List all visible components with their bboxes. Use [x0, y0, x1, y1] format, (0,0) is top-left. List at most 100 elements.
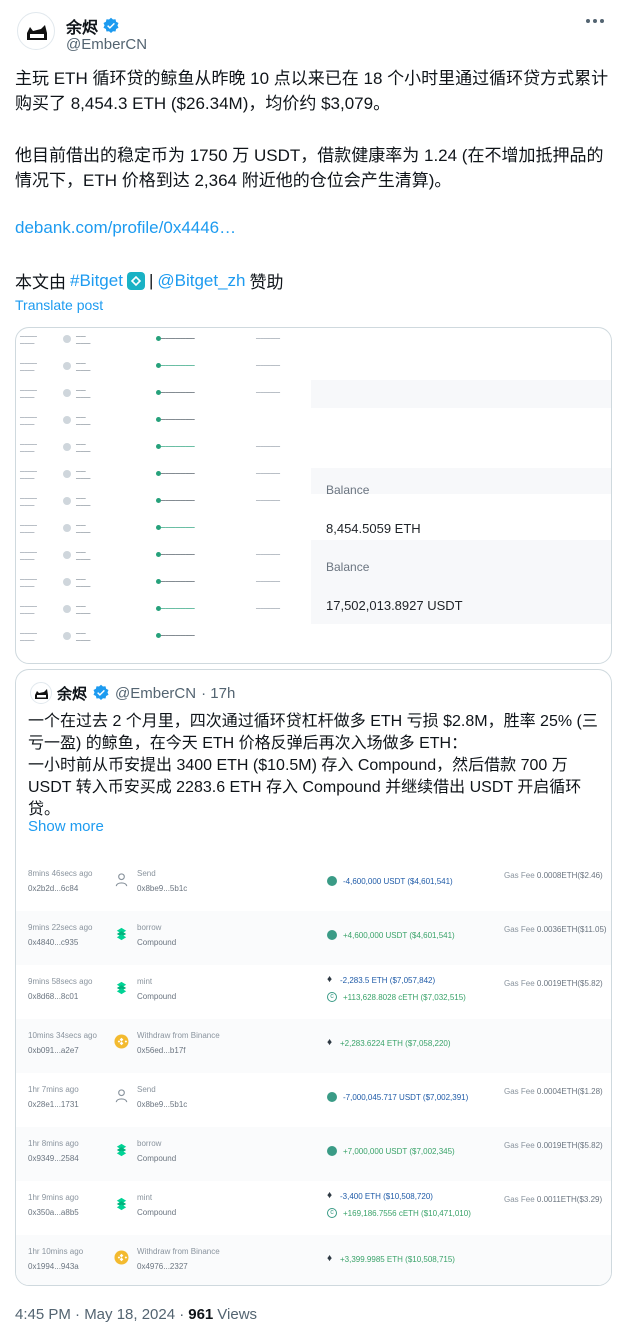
tx-hash[interactable]: 0x350a...a8b5	[28, 1208, 79, 1217]
author-handle[interactable]: @EmberCN	[66, 36, 147, 53]
person-icon	[114, 1088, 129, 1103]
tx-target[interactable]: 0x8be9...5b1c	[137, 1100, 187, 1109]
thumbnail-hash: ━━━━━━	[20, 395, 35, 400]
ceth-icon: c	[327, 992, 337, 1002]
thumbnail-row: ━━━━━━━ ━━━━━━ ━━━━ ━━━━━━ ━━━━━━━━━━━━━━	[16, 627, 311, 654]
binance-icon	[114, 1250, 129, 1265]
tx-target[interactable]: 0x56ed...b17f	[137, 1046, 185, 1055]
thumbnail-row: ━━━━━━━ ━━━━━━ ━━━━ ━━━━━━ ━━━━━━━━━━━━━━	[16, 519, 311, 546]
thumbnail-label: ━━━━	[76, 550, 86, 555]
bitget-hashtag[interactable]: #Bitget	[70, 271, 123, 291]
thumbnail-row: ━━━━━━━ ━━━━━━ ━━━━ ━━━━━━ ━━━━━━━━━━━━━━ ━━━…	[16, 546, 311, 573]
bitget-icon	[126, 271, 145, 290]
sponsor-separator: |	[148, 270, 154, 290]
quoted-tweet[interactable]: 余烬 @EmberCN · 17h 一个在过去 2 个月里，四次通过循环贷杠杆做…	[15, 669, 612, 1286]
thumbnail-row: ━━━━━━━ ━━━━━━ ━━━━ ━━━━━━ ━━━━━━━━━━━━━━ ━━━…	[16, 465, 311, 492]
usdt-icon	[327, 876, 337, 886]
thumbnail-icon	[63, 524, 71, 532]
thumbnail-hash: ━━━━━━	[20, 638, 35, 643]
tx-amount-value: +7,000,000 USDT ($7,002,345)	[343, 1146, 455, 1156]
gas-fee-value: 0.0019ETH($5.82)	[536, 979, 603, 988]
table-row: 9mins 22secs ago 0x4840...c935 borrow Compo…	[16, 911, 611, 965]
debank-link[interactable]: debank.com/profile/0x4446…	[15, 218, 236, 238]
post-timestamp[interactable]: 4:45 PM · May 18, 2024 ·	[15, 1306, 184, 1323]
thumbnail-amount: ━━━━━━━━━━━━━━	[161, 606, 195, 611]
tx-target[interactable]: Compound	[137, 938, 176, 947]
tx-amount: ♦ -3,400 ETH ($10,508,720)	[327, 1191, 433, 1201]
quoted-tweet-line: 一小时前从币安提出 3400 ETH ($10.5M) 存入 Compound，…	[28, 757, 582, 818]
tx-target[interactable]: Compound	[137, 1208, 176, 1217]
tx-hash[interactable]: 0x4840...c935	[28, 938, 78, 947]
thumbnail-label: ━━━━	[76, 469, 86, 474]
author-avatar[interactable]	[17, 12, 55, 50]
thumbnail-fee: ━━━━━━━━━━	[256, 552, 281, 557]
tx-amount: ♦ +2,283.6224 ETH ($7,058,220)	[327, 1038, 451, 1048]
tweet-paragraph-1: 主玩 ETH 循环贷的鲸鱼从昨晚 10 点以来已在 18 个小时里通过循环贷方式…	[15, 69, 609, 113]
author-name[interactable]: 余烬	[66, 14, 98, 38]
thumbnail-sublabel: ━━━━━━	[76, 341, 91, 346]
tx-action: borrow	[137, 1139, 162, 1148]
thumbnail-row: ━━━━━━━ ━━━━━━ ━━━━ ━━━━━━ ━━━━━━━━━━━━━━ ━━━…	[16, 492, 311, 519]
tx-hash[interactable]: 0x8d68...8c01	[28, 992, 78, 1001]
bitget-zh-mention[interactable]: @Bitget_zh	[157, 271, 245, 291]
thumbnail-amount: ━━━━━━━━━━━━━━	[161, 498, 195, 503]
tx-target[interactable]: Compound	[137, 1154, 176, 1163]
gas-fee-label: Gas Fee	[504, 1195, 537, 1204]
eth-icon: ♦	[327, 1190, 333, 1201]
thumbnail-fee: ━━━━━━━━━━	[256, 498, 281, 503]
thumbnail-icon	[63, 470, 71, 478]
tx-gas-fee: Gas Fee 0.0008ETH($2.46)	[504, 871, 603, 880]
thumbnail-amount: ━━━━━━━━━━━━━━	[161, 390, 195, 395]
gas-fee-label: Gas Fee	[504, 925, 537, 934]
tweet-paragraph-2: 他目前借出的稳定币为 1750 万 USDT，借款健康率为 1.24 (在不增加…	[15, 146, 604, 190]
thumbnail-time: ━━━━━━━	[20, 496, 37, 501]
thumbnail-label: ━━━━	[76, 361, 86, 366]
thumbnail-sublabel: ━━━━━━	[76, 395, 91, 400]
thumbnail-label: ━━━━	[76, 334, 86, 339]
table-row: 1hr 10mins ago 0x1994...943a Withdraw from…	[16, 1235, 611, 1285]
tx-amount-value: +2,283.6224 ETH ($7,058,220)	[340, 1038, 451, 1048]
tx-target[interactable]: 0x8be9...5b1c	[137, 884, 187, 893]
tx-gas-fee: Gas Fee 0.0011ETH($3.29)	[504, 1195, 602, 1204]
debank-screenshot-image[interactable]: ━━━━━━━ ━━━━━━ ━━━━ ━━━━━━ ━━━━━━━━━━━━━━ ━━━…	[15, 327, 612, 664]
tx-time: 1hr 7mins ago	[28, 1085, 79, 1094]
thumbnail-amount: ━━━━━━━━━━━━━━	[161, 336, 195, 341]
tx-target[interactable]: Compound	[137, 992, 176, 1001]
quoted-author-name: 余烬	[57, 685, 88, 703]
gas-fee-value: 0.0004ETH($1.28)	[536, 1087, 603, 1096]
tx-hash[interactable]: 0xb091...a2e7	[28, 1046, 79, 1055]
tx-amount: ♦ -2,283.5 ETH ($7,057,842)	[327, 975, 435, 985]
gas-fee-label: Gas Fee	[504, 1141, 537, 1150]
tx-hash[interactable]: 0x2b2d...6c84	[28, 884, 78, 893]
balance-value-usdt: 17,502,013.8927 USDT	[326, 598, 463, 613]
thumbnail-icon	[63, 362, 71, 370]
tx-amount: ♦ +3,399.9985 ETH ($10,508,715)	[327, 1254, 455, 1264]
tx-hash[interactable]: 0x9349...2584	[28, 1154, 79, 1163]
tx-hash[interactable]: 0x1994...943a	[28, 1262, 79, 1271]
tx-action: Send	[137, 869, 156, 878]
translate-post-link[interactable]: Translate post	[15, 297, 103, 313]
thumbnail-icon	[63, 335, 71, 343]
tx-time: 1hr 8mins ago	[28, 1139, 79, 1148]
thumbnail-amount: ━━━━━━━━━━━━━━	[161, 525, 195, 530]
balance-value-eth: 8,454.5059 ETH	[326, 521, 421, 536]
gas-fee-label: Gas Fee	[504, 871, 537, 880]
table-row: 1hr 8mins ago 0x9349...2584 borrow Compound…	[16, 1127, 611, 1181]
thumbnail-time: ━━━━━━━	[20, 550, 37, 555]
thumbnail-amount: ━━━━━━━━━━━━━━	[161, 633, 195, 638]
eth-icon: ♦	[327, 1253, 333, 1264]
thumbnail-sublabel: ━━━━━━	[76, 422, 91, 427]
show-more-link[interactable]: Show more	[28, 818, 104, 835]
author-name-line: 余烬	[66, 14, 120, 38]
tx-gas-fee: Gas Fee 0.0019ETH($5.82)	[504, 1141, 603, 1150]
tx-target[interactable]: 0x4976...2327	[137, 1262, 188, 1271]
thumbnail-label: ━━━━	[76, 415, 86, 420]
thumbnail-icon	[63, 389, 71, 397]
tx-amount-value: +169,186.7556 cETH ($10,471,010)	[343, 1208, 471, 1218]
thumbnail-hash: ━━━━━━	[20, 341, 35, 346]
balance-label-usdt: Balance	[326, 560, 370, 574]
tx-hash[interactable]: 0x28e1...1731	[28, 1100, 79, 1109]
thumbnail-row: ━━━━━━━ ━━━━━━ ━━━━ ━━━━━━ ━━━━━━━━━━━━━━ ━━━…	[16, 357, 311, 384]
thumbnail-time: ━━━━━━━	[20, 361, 37, 366]
more-options-icon[interactable]	[584, 12, 606, 30]
